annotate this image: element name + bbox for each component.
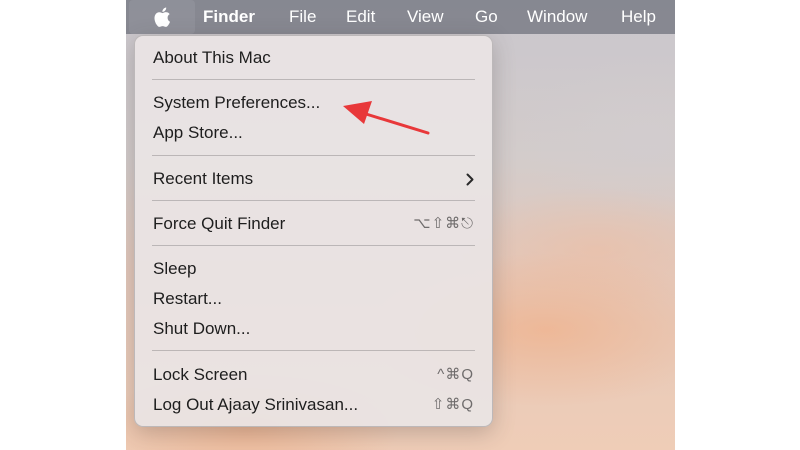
menu-item-force-quit[interactable]: Force Quit Finder ⌥⇧⌘⎋ (143, 210, 484, 238)
menu-item-shut-down[interactable]: Shut Down... (143, 315, 484, 343)
menu-edit[interactable]: Edit (346, 0, 375, 34)
menu-item-about-this-mac[interactable]: About This Mac (143, 44, 484, 72)
menu-item-label: Force Quit Finder (153, 214, 286, 233)
menu-item-label: Restart... (153, 289, 222, 308)
menu-finder[interactable]: Finder (203, 0, 255, 34)
menu-item-label: System Preferences... (153, 93, 321, 112)
menu-item-label: Sleep (153, 259, 197, 278)
chevron-right-icon (466, 173, 474, 186)
menu-separator (152, 200, 475, 201)
menu-item-sleep[interactable]: Sleep (143, 255, 484, 283)
menu-item-label: Recent Items (153, 169, 254, 188)
apple-logo-icon (154, 7, 170, 27)
menu-go[interactable]: Go (475, 0, 498, 34)
menu-separator (152, 79, 475, 80)
menu-item-app-store[interactable]: App Store... (143, 119, 484, 147)
menu-item-restart[interactable]: Restart... (143, 285, 484, 313)
menu-separator (152, 155, 475, 156)
menu-item-label: About This Mac (153, 48, 271, 67)
menu-separator (152, 245, 475, 246)
menu-separator (152, 350, 475, 351)
menu-view[interactable]: View (407, 0, 444, 34)
menu-item-label: Lock Screen (153, 365, 248, 384)
screenshot-frame: Finder File Edit View Go Window Help Abo… (0, 0, 800, 450)
menu-item-label: App Store... (153, 123, 243, 142)
menu-file[interactable]: File (289, 0, 316, 34)
menu-item-label: Log Out Ajaay Srinivasan... (153, 395, 359, 414)
menu-item-log-out[interactable]: Log Out Ajaay Srinivasan... ⇧⌘Q (143, 391, 484, 419)
keyboard-shortcut: ⇧⌘Q (431, 396, 474, 413)
menu-window[interactable]: Window (527, 0, 587, 34)
menu-item-system-preferences[interactable]: System Preferences... (143, 89, 484, 117)
desktop-wallpaper: Finder File Edit View Go Window Help Abo… (126, 0, 675, 450)
menu-item-lock-screen[interactable]: Lock Screen ^⌘Q (143, 361, 484, 389)
keyboard-shortcut: ⌥⇧⌘⎋ (413, 215, 474, 232)
menu-help[interactable]: Help (621, 0, 656, 34)
keyboard-shortcut: ^⌘Q (437, 366, 474, 383)
apple-menu-button[interactable] (129, 0, 195, 34)
menu-item-label: Shut Down... (153, 319, 251, 338)
apple-menu-dropdown: About This Mac System Preferences... App… (134, 35, 493, 427)
menu-bar: Finder File Edit View Go Window Help (126, 0, 675, 34)
menu-item-recent-items[interactable]: Recent Items (143, 165, 484, 193)
